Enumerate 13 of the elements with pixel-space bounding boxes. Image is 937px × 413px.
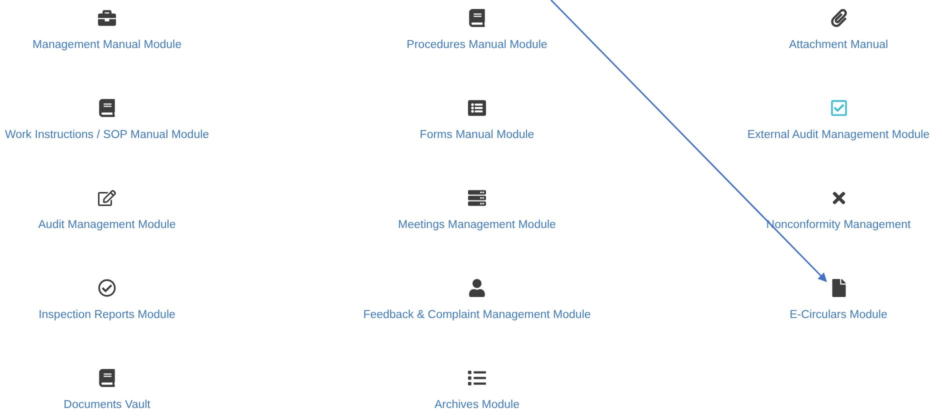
module-link[interactable]: Archives Module [434, 397, 520, 413]
module-link[interactable]: Documents Vault [64, 397, 150, 413]
module-link[interactable]: Feedback & Complaint Management Module [363, 307, 591, 323]
module-link[interactable]: External Audit Management Module [747, 127, 930, 143]
module-link[interactable]: E-Circulars Module [790, 307, 888, 323]
module-link[interactable]: Procedures Manual Module [406, 37, 548, 53]
module-link[interactable]: Management Manual Module [32, 37, 182, 53]
module-link[interactable]: Meetings Management Module [398, 217, 556, 233]
module-link[interactable]: Work Instructions / SOP Manual Module [4, 127, 210, 143]
module-link[interactable]: Forms Manual Module [420, 127, 534, 143]
module-link[interactable]: Audit Management Module [38, 217, 176, 233]
module-link[interactable]: Attachment Manual [788, 37, 888, 53]
module-link[interactable]: Inspection Reports Module [38, 307, 176, 323]
